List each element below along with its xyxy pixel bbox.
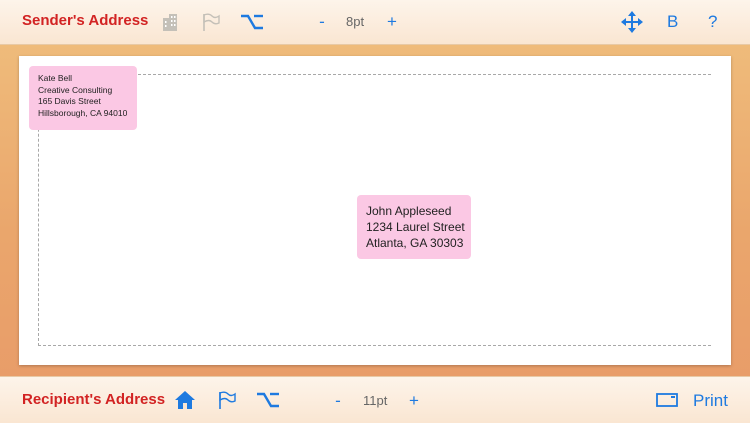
envelope-outline-icon[interactable] bbox=[656, 391, 678, 409]
flag-icon[interactable] bbox=[200, 11, 222, 33]
recipient-address-title: Recipient's Address bbox=[22, 391, 166, 408]
recipient-line: 1234 Laurel Street bbox=[366, 220, 465, 234]
envelope-canvas[interactable]: Kate Bell Creative Consulting 165 Davis … bbox=[19, 56, 731, 365]
recipient-line: Atlanta, GA 30303 bbox=[366, 236, 464, 250]
building-icon[interactable] bbox=[160, 11, 182, 33]
sender-address-label[interactable]: Kate Bell Creative Consulting 165 Davis … bbox=[29, 66, 137, 130]
recipient-toolbar: Recipient's Address - 11pt + Print bbox=[0, 376, 750, 423]
sender-line: Kate Bell bbox=[38, 73, 73, 83]
sender-font-size: 8pt bbox=[346, 14, 365, 29]
sender-line: Creative Consulting bbox=[38, 84, 113, 95]
sender-address-title: Sender's Address bbox=[22, 12, 149, 29]
move-arrows-icon[interactable] bbox=[621, 11, 643, 33]
recipient-line: John Appleseed bbox=[366, 204, 452, 218]
help-button[interactable]: ? bbox=[708, 12, 717, 32]
sender-line: Hillsborough, CA 94010 bbox=[38, 107, 128, 118]
decrease-font-button[interactable]: - bbox=[332, 391, 344, 411]
recipient-address-label[interactable]: John Appleseed 1234 Laurel Street Atlant… bbox=[357, 195, 471, 259]
sender-toolbar: Sender's Address - 8pt + B ? bbox=[0, 0, 750, 45]
increase-font-button[interactable]: + bbox=[407, 391, 421, 411]
print-button[interactable]: Print bbox=[693, 391, 728, 411]
sender-line: 165 Davis Street bbox=[38, 96, 101, 106]
decrease-font-button[interactable]: - bbox=[316, 12, 328, 32]
increase-font-button[interactable]: + bbox=[385, 12, 399, 32]
bold-button[interactable]: B bbox=[667, 12, 678, 32]
flag-icon[interactable] bbox=[216, 389, 238, 411]
option-key-icon[interactable] bbox=[256, 389, 280, 411]
recipient-font-size: 11pt bbox=[363, 393, 388, 408]
option-key-icon[interactable] bbox=[240, 11, 264, 33]
home-icon[interactable] bbox=[174, 389, 196, 411]
